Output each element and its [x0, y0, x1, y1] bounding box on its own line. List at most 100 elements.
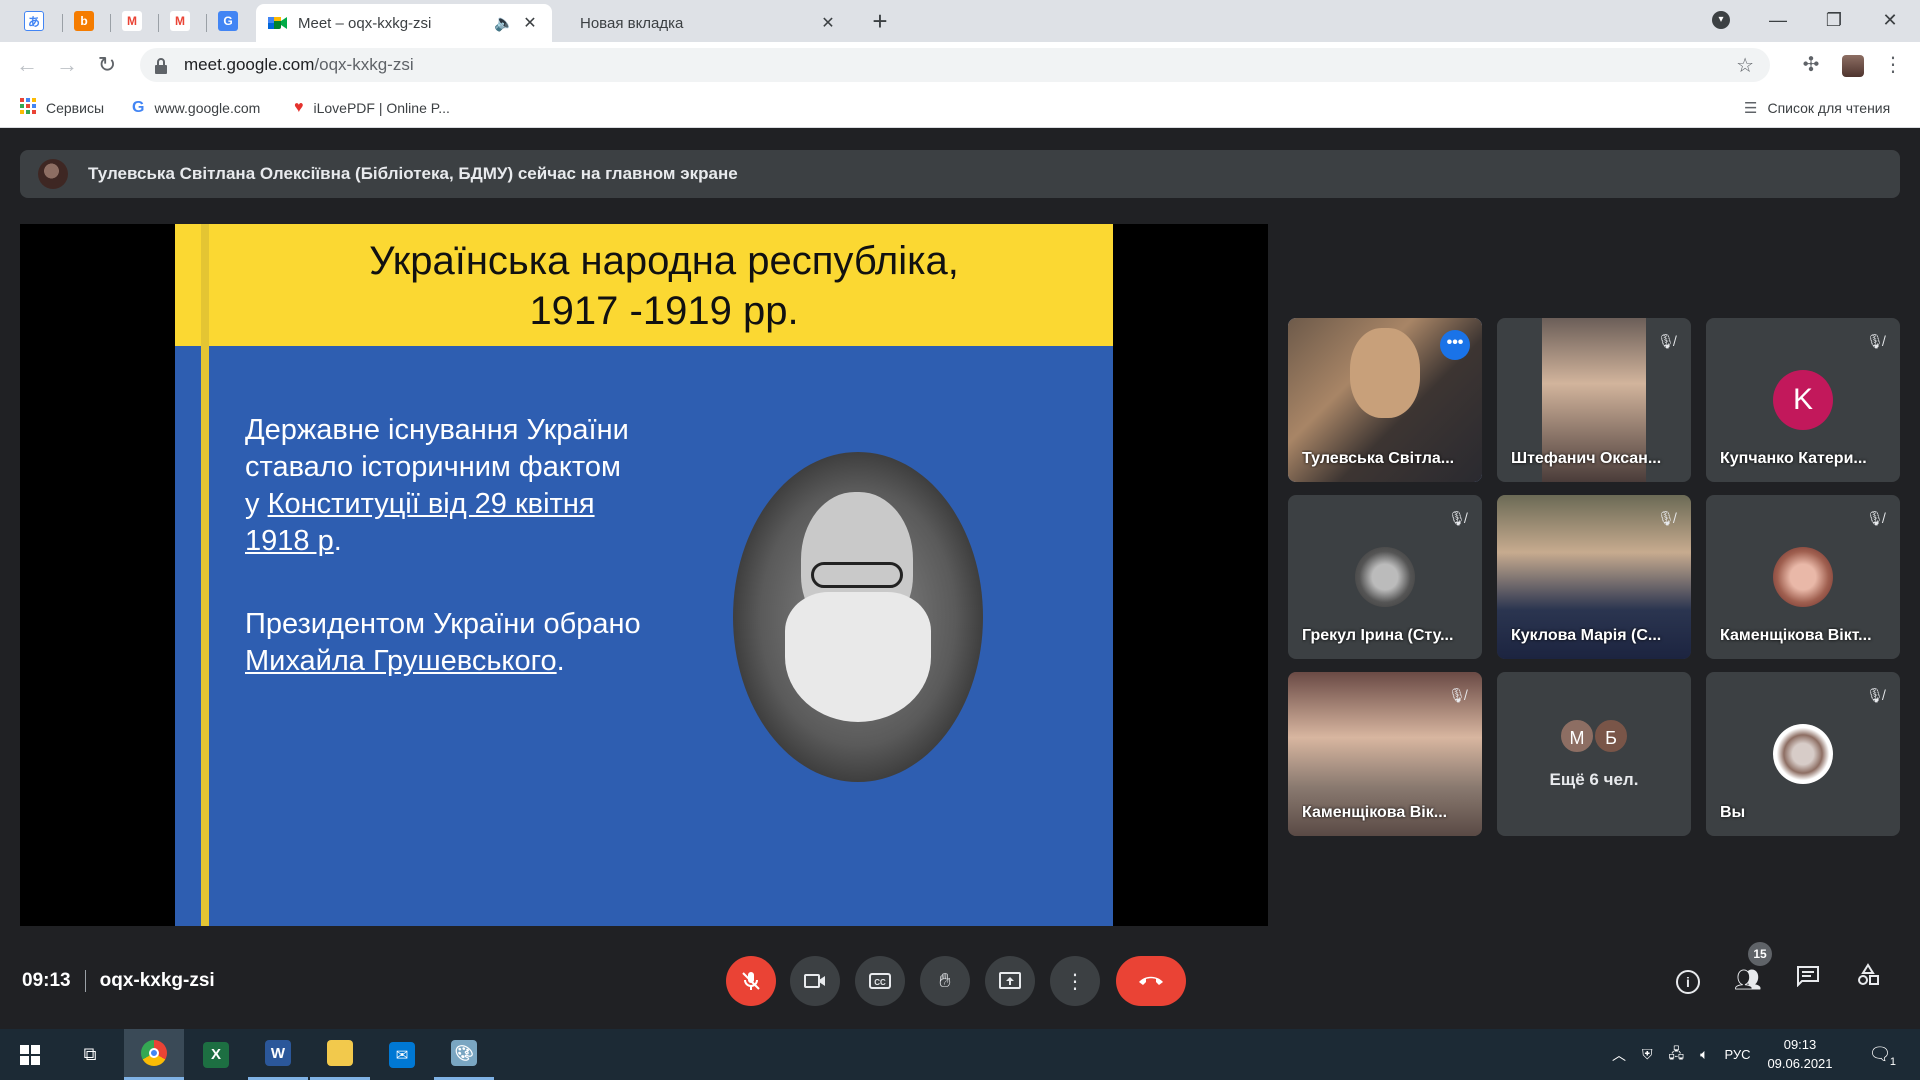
url-host: meet.google.com [184, 55, 315, 74]
participant-count-badge: 15 [1748, 942, 1772, 966]
taskbar-clock[interactable]: 09:13 09.06.2021 [1760, 1035, 1840, 1073]
taskbar-word[interactable]: W [248, 1029, 308, 1080]
taskbar-paint[interactable]: 🎨︎ [434, 1029, 494, 1080]
activities-shapes-icon [1858, 963, 1879, 985]
microphone-toggle-button[interactable] [726, 956, 776, 1006]
meeting-details-button[interactable]: i [1670, 962, 1706, 998]
leave-call-button[interactable] [1116, 956, 1186, 1006]
chat-button[interactable] [1790, 962, 1826, 998]
participant-tile[interactable]: 🎙︎̸ Каменщікова Вік... [1288, 672, 1482, 836]
participant-tile[interactable]: 🎙︎̸ Грекул Ірина (Сту... [1288, 495, 1482, 659]
present-now-button[interactable] [985, 956, 1035, 1006]
excel-icon: X [203, 1041, 229, 1068]
reading-list-icon: ☰ [1744, 100, 1758, 117]
meet-icon [268, 15, 288, 31]
slide: Українська народна республіка, 1917 -191… [175, 224, 1113, 926]
close-tab-icon[interactable]: ✕ [818, 13, 838, 33]
tab-strip: あ b M M G Meet – oqx-kxkg-zsi 🔈 ✕ Новая … [0, 0, 1920, 42]
browser-menu-icon[interactable]: ⋮ [1880, 52, 1906, 78]
pinned-tab-translate[interactable]: あ [16, 4, 52, 38]
slide-text-fragment: . [556, 645, 565, 677]
mic-off-icon: 🎙︎̸ [1866, 687, 1884, 703]
system-tray: ︿ ⛨ 🖧︎ 🔈︎ РУС [1604, 1029, 1759, 1080]
activities-button[interactable] [1850, 962, 1886, 998]
profile-avatar[interactable] [1840, 52, 1866, 78]
taskbar-chrome[interactable] [124, 1029, 184, 1080]
chrome-icon [141, 1040, 167, 1066]
self-name: Вы [1720, 804, 1746, 821]
bookmark-services[interactable]: Сервисы [20, 88, 104, 128]
start-button[interactable] [0, 1029, 60, 1080]
participant-tile[interactable]: 🎙︎̸ Куклова Марія (С... [1497, 495, 1691, 659]
taskbar-mail[interactable]: ✉ [372, 1029, 432, 1080]
reload-icon[interactable]: ↻ [92, 50, 122, 80]
presentation-stage[interactable]: Українська народна республіка, 1917 -191… [20, 224, 1268, 926]
show-hidden-icons-icon[interactable]: ︿ [1612, 1045, 1626, 1065]
taskbar-file-explorer[interactable] [310, 1029, 370, 1080]
action-center-button[interactable]: 🗨︎ 1 [1850, 1029, 1910, 1080]
slide-text-line: у Конституції від 29 квітня [245, 486, 685, 523]
address-bar[interactable]: meet.google.com/oqx-kxkg-zsi ☆ [140, 48, 1770, 82]
slide-link: Конституції від 29 квітня [267, 488, 595, 520]
bookmark-label: iLovePDF | Online P... [313, 100, 450, 116]
bookmark-star-icon[interactable]: ☆ [1736, 53, 1754, 78]
window-close-icon[interactable]: ✕ [1862, 0, 1918, 40]
input-language[interactable]: РУС [1725, 1047, 1751, 1062]
pinned-tab-gmail[interactable]: M [114, 4, 150, 38]
bookmark-ilovepdf[interactable]: ♥ iLovePDF | Online P... [294, 88, 450, 128]
audio-playing-icon[interactable]: 🔈 [494, 13, 514, 33]
task-view-button[interactable]: ⧉ [60, 1029, 120, 1080]
extensions-puzzle-icon[interactable]: ✣ [1798, 52, 1824, 78]
presenting-banner: Тулевська Світлана Олексіївна (Бібліотек… [20, 150, 1900, 198]
restore-icon[interactable]: ❐ [1806, 0, 1862, 40]
participant-name: Куклова Марія (С... [1511, 627, 1662, 644]
captions-button[interactable]: CC [855, 956, 905, 1006]
minimize-icon[interactable]: — [1750, 0, 1806, 40]
volume-icon[interactable]: 🔈︎ [1700, 1046, 1708, 1063]
back-icon[interactable]: ← [12, 50, 42, 80]
lock-icon[interactable] [154, 58, 168, 74]
participants-button[interactable]: 👥︎ [1730, 962, 1766, 998]
self-avatar [1773, 724, 1833, 784]
pinned-tab-gmail-2[interactable]: M [162, 4, 198, 38]
raise-hand-button[interactable]: ✋︎ [920, 956, 970, 1006]
meet-app: Тулевська Світлана Олексіївна (Бібліотек… [0, 128, 1920, 1029]
participant-avatar [1773, 547, 1833, 607]
participant-name: Каменщікова Вікт... [1720, 627, 1872, 644]
slide-link: Михайла Грушевського [245, 645, 557, 677]
hang-up-icon [1139, 976, 1163, 985]
more-options-icon[interactable]: ••• [1440, 330, 1470, 360]
gmail-icon: M [170, 11, 190, 31]
participant-tile[interactable]: K 🎙︎̸ Купчанко Катери... [1706, 318, 1900, 482]
more-participants-tile[interactable]: М Б Ещё 6 чел. [1497, 672, 1691, 836]
new-tab-button[interactable]: + [866, 8, 894, 36]
shield-icon[interactable]: ⛨ [1642, 1046, 1653, 1063]
slide-text-line: ставало історичним фактом [245, 451, 621, 483]
mic-off-icon: 🎙︎̸ [1866, 333, 1884, 349]
close-tab-icon[interactable]: ✕ [520, 13, 540, 33]
more-participants-label: Ещё 6 чел. [1549, 770, 1639, 789]
self-tile[interactable]: 🎙︎̸ Вы [1706, 672, 1900, 836]
participant-tile[interactable]: 🎙︎̸ Штефанич Оксан... [1497, 318, 1691, 482]
mic-off-icon: 🎙︎̸ [1866, 510, 1884, 526]
more-options-button[interactable]: ⋮ [1050, 956, 1100, 1006]
notification-count: 1 [1889, 1056, 1896, 1068]
tab-search-icon[interactable]: ▾ [1712, 11, 1730, 29]
participant-tile[interactable]: ••• Тулевська Світла... [1288, 318, 1482, 482]
participant-tile[interactable]: 🎙︎̸ Каменщікова Вікт... [1706, 495, 1900, 659]
notifications-icon: 🗨︎ [1868, 1044, 1892, 1064]
forward-icon[interactable]: → [52, 50, 82, 80]
taskbar-excel[interactable]: X [186, 1029, 246, 1080]
pinned-tab-google-translate[interactable]: G [210, 4, 246, 38]
participant-avatar: М [1559, 718, 1595, 754]
tab-meet[interactable]: Meet – oqx-kxkg-zsi 🔈 ✕ [256, 4, 552, 42]
network-icon[interactable]: 🖧︎ [1669, 1043, 1685, 1067]
camera-toggle-button[interactable] [790, 956, 840, 1006]
mail-icon: ✉ [389, 1041, 415, 1068]
people-icon: 👥︎ [1734, 967, 1762, 992]
reading-list[interactable]: ☰ Список для чтения [1744, 88, 1890, 128]
paint-icon: 🎨︎ [451, 1040, 477, 1066]
bookmark-google[interactable]: G www.google.com [132, 88, 260, 128]
pinned-tab-blogger[interactable]: b [66, 4, 102, 38]
tab-new-tab[interactable]: Новая вкладка ✕ [552, 4, 850, 42]
